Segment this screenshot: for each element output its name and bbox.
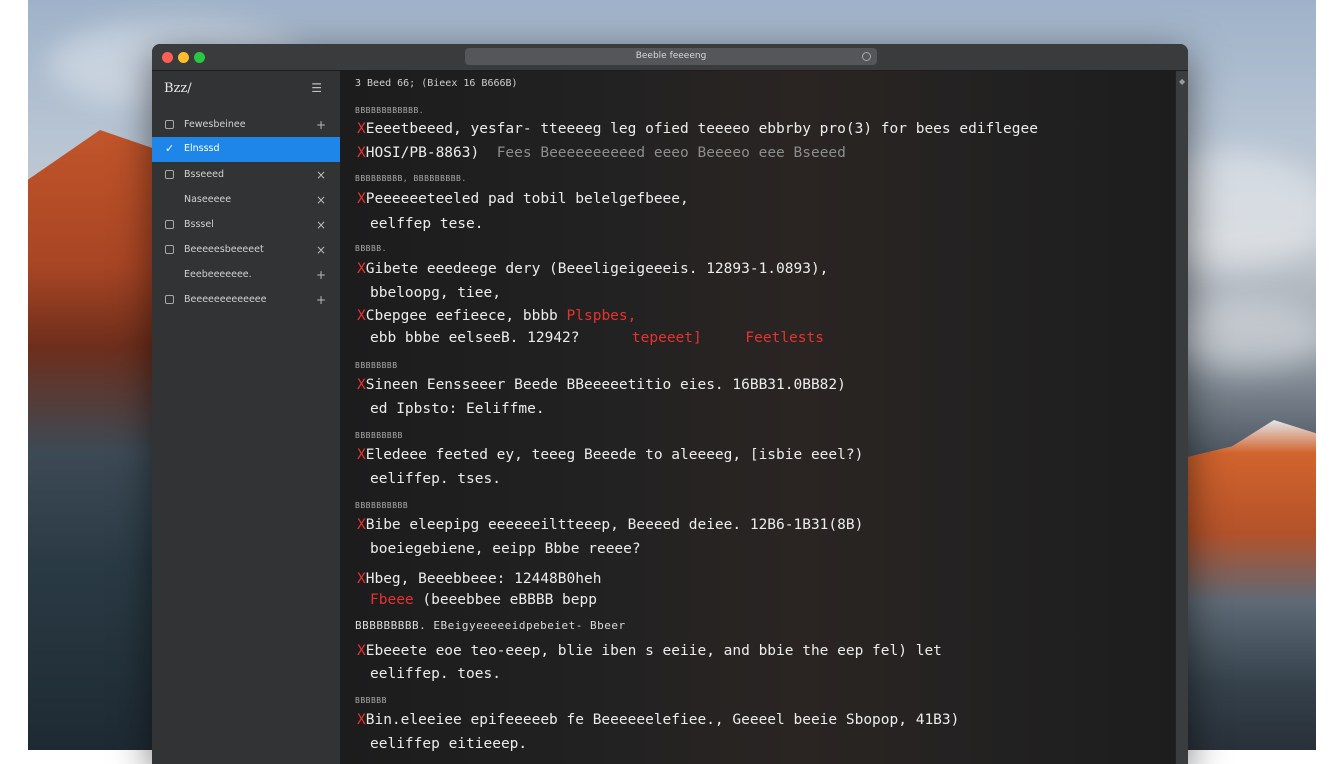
sidebar-item-3[interactable]: Bsseeed × <box>152 163 340 187</box>
continuation-line: eeliffep. tses. <box>370 471 501 487</box>
sidebar-item-5[interactable]: Bsssel × <box>152 213 340 237</box>
terminal-header: 3 Beed 66; (Bieex 16 B666B) <box>355 78 518 89</box>
continuation-line: Fbeee (beeebbee eBBBB bepp <box>370 592 597 608</box>
section-label: BBBBBB <box>355 696 387 705</box>
error-x-icon: X <box>357 377 366 393</box>
error-x-icon: X <box>357 145 366 161</box>
error-x-icon: X <box>357 517 366 533</box>
section-label: BBBBBBBBB <box>355 431 403 440</box>
scroll-up-icon[interactable]: ◆ <box>1179 77 1185 86</box>
error-line: XEeeetbeeed, yesfar- tteeeeg leg ofied t… <box>357 121 1038 137</box>
sidebar-item-label: Elnsssd <box>184 143 220 154</box>
error-x-icon: X <box>357 712 366 728</box>
sidebar-item-label: Beeeeeeeeeeeee <box>184 294 267 305</box>
error-line: XSineen Eensseeer Beede BBeeeeetitio eie… <box>357 377 846 393</box>
sidebar-item-4[interactable]: Naseeeee × <box>152 188 340 212</box>
grid-icon <box>165 220 174 229</box>
error-x-icon: X <box>357 308 366 324</box>
continuation-line: eelffep tese. <box>370 216 484 232</box>
add-icon[interactable]: + <box>316 288 326 312</box>
add-icon[interactable]: + <box>316 113 326 137</box>
continuation-line: eeliffep. toes. <box>370 666 501 682</box>
error-line: XHOSI/PB-8863) Fees Beeeeeeeeeed eeeo Be… <box>357 145 846 161</box>
error-x-icon: X <box>357 191 366 207</box>
error-line: XGibete eeedeege dery (Beeeligeigeeeis. … <box>357 261 829 277</box>
error-line: XBibe eleepipg eeeeeeiltteeep, Beeeed de… <box>357 517 864 533</box>
sidebar-item-6[interactable]: Beeeeesbeeeeet × <box>152 238 340 262</box>
folder-icon <box>165 120 174 129</box>
error-line: XEledeee feeted ey, teeeg Beeede to alee… <box>357 447 864 463</box>
section-label: BBBBBBBBBB <box>355 501 409 510</box>
error-x-icon: X <box>357 447 366 463</box>
sidebar-item-label: Bsseeed <box>184 169 224 180</box>
error-x-icon: X <box>357 571 366 587</box>
scrollbar[interactable]: ◆ <box>1175 71 1188 764</box>
address-bar[interactable]: Beeble feeeeng <box>465 48 877 65</box>
error-x-icon: X <box>357 643 366 659</box>
sidebar-item-label: Eeebeeeeeee. <box>184 269 252 280</box>
doc-icon <box>165 245 174 254</box>
app-logo: Bzz/ <box>164 81 192 96</box>
title-bar: Beeble feeeeng <box>152 44 1188 71</box>
sidebar-item-label: Bsssel <box>184 219 214 230</box>
sidebar-item-7[interactable]: Eeebeeeeeee. + <box>152 263 340 287</box>
zoom-window-button[interactable] <box>194 52 205 63</box>
section-label: BBBBBBBBB. EBeigyeeeeeidpebeiet- Bbeer <box>355 619 626 632</box>
close-icon[interactable]: × <box>316 188 326 212</box>
sidebar-item-label: Fewesbeinee <box>184 119 246 130</box>
app-window: Beeble feeeeng Bzz/ ☰ Fewesbeinee + ✓ El… <box>152 44 1188 764</box>
close-icon[interactable]: × <box>316 238 326 262</box>
minimize-window-button[interactable] <box>178 52 189 63</box>
section-label: BBBBB. <box>355 244 387 253</box>
error-line: XHbeg, Beeebbeee: 12448B0heh <box>357 571 602 587</box>
continuation-line: ed Ipbsto: Eeliffme. <box>370 401 545 417</box>
mountain-right <box>1176 420 1316 750</box>
doc-icon <box>165 170 174 179</box>
continuation-line: boeiegebiene, eeipp Bbbe reeee? <box>370 541 641 557</box>
continuation-line: bbeloopg, tiee, <box>370 285 501 301</box>
continuation-line: ebb bbbe eelseeB. 12942? tepeeet] Feetle… <box>370 330 824 346</box>
section-label: BBBBBBBBB, BBBBBBBBB. <box>355 174 467 183</box>
section-label: BBBBBBBBBBBB. <box>355 106 425 115</box>
error-x-icon: X <box>357 261 366 277</box>
sidebar-item-2[interactable]: ✓ Elnsssd <box>152 137 340 162</box>
list-icon[interactable]: ☰ <box>311 81 322 95</box>
close-icon[interactable]: × <box>316 163 326 187</box>
add-icon[interactable]: + <box>316 263 326 287</box>
sidebar-item-label: Beeeeesbeeeeet <box>184 244 264 255</box>
error-line: XCbepgee eefieece, bbbb Plspbes, <box>357 308 637 324</box>
terminal-output[interactable]: 3 Beed 66; (Bieex 16 B666B) BBBBBBBBBBBB… <box>341 71 1176 764</box>
error-line: XPeeeeeeteeled pad tobil belelgefbeee, <box>357 191 689 207</box>
section-label: BBBBBBBB <box>355 361 398 370</box>
checkmark-icon: ✓ <box>165 142 175 155</box>
sidebar-item-label: Naseeeee <box>184 194 232 205</box>
close-window-button[interactable] <box>162 52 173 63</box>
sidebar-item-1[interactable]: Fewesbeinee + <box>152 113 340 137</box>
reload-icon[interactable] <box>862 52 871 61</box>
error-line: XEbeeete eoe teo-eeep, blie iben s eeiie… <box>357 643 942 659</box>
error-line: XBin.eleeiee epifeeeeeb fe Beeeeeelefiee… <box>357 712 960 728</box>
sidebar: Bzz/ ☰ Fewesbeinee + ✓ Elnsssd Bsseeed ×… <box>152 71 341 764</box>
sidebar-item-8[interactable]: Beeeeeeeeeeeee + <box>152 288 340 312</box>
error-x-icon: X <box>357 121 366 137</box>
address-text: Beeble feeeeng <box>635 51 707 61</box>
close-icon[interactable]: × <box>316 213 326 237</box>
doc-icon <box>165 295 174 304</box>
